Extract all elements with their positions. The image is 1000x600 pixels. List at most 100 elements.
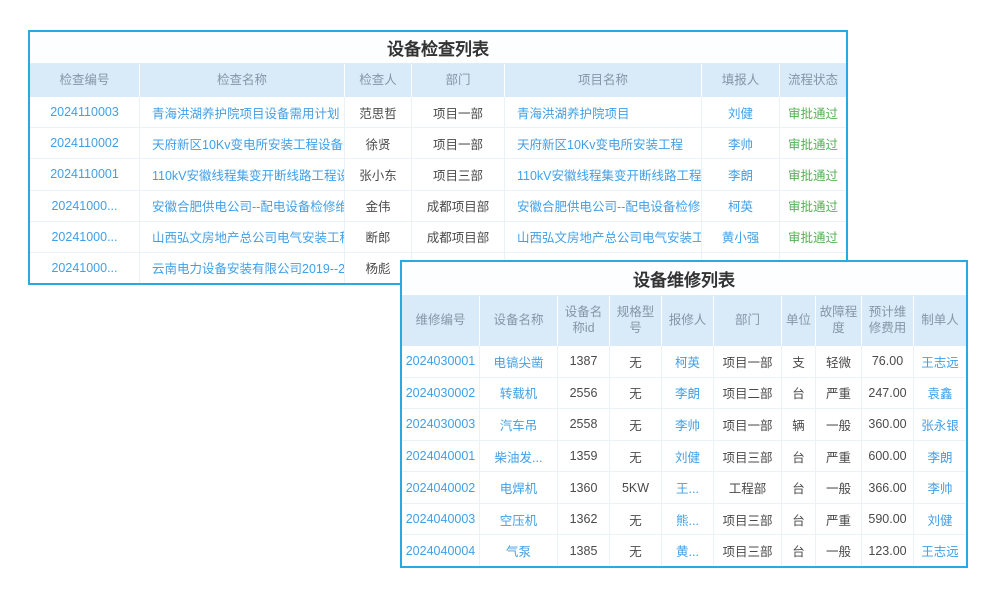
inspection-name-link[interactable]: 青海洪湖养护院项目设备需用计划 <box>140 97 345 127</box>
repair-reporter-link[interactable]: 王... <box>662 472 714 503</box>
inspection-name-link[interactable]: 云南电力设备安装有限公司2019--2020年... <box>140 253 345 283</box>
table-row: 2024110003青海洪湖养护院项目设备需用计划范思哲项目一部青海洪湖养护院项… <box>30 97 846 127</box>
table-row: 2024040004气泵1385无黄...项目三部台一般123.00王志远 <box>402 534 966 566</box>
inspection-code-link[interactable]: 20241000... <box>30 253 140 283</box>
repair-code-link[interactable]: 2024040001 <box>402 441 480 472</box>
inspection-inspector-cell: 金伟 <box>345 191 412 221</box>
repair-reporter-link[interactable]: 李朗 <box>662 378 714 409</box>
repair-code-link[interactable]: 2024040002 <box>402 472 480 503</box>
inspection-project-link[interactable]: 青海洪湖养护院项目 <box>505 97 702 127</box>
repair-cost-cell: 360.00 <box>862 409 914 440</box>
repair-code-link[interactable]: 2024030002 <box>402 378 480 409</box>
inspection-dept-cell: 项目三部 <box>412 159 505 189</box>
repair-code-link[interactable]: 2024030003 <box>402 409 480 440</box>
inspection-reporter-link[interactable]: 李朗 <box>702 159 780 189</box>
inspection-name-link[interactable]: 安徽合肥供电公司--配电设备检修维护和... <box>140 191 345 221</box>
table-row: 2024040003空压机1362无熊...项目三部台严重590.00刘健 <box>402 503 966 535</box>
repair-severity-cell: 一般 <box>816 472 862 503</box>
repair-model-cell: 无 <box>610 504 662 535</box>
repair-column-header-equip_id: 设备名称id <box>558 296 610 346</box>
inspection-code-link[interactable]: 20241000... <box>30 191 140 221</box>
inspection-reporter-link[interactable]: 黄小强 <box>702 222 780 252</box>
inspection-status-cell: 审批通过 <box>780 128 846 158</box>
inspection-reporter-link[interactable]: 柯英 <box>702 191 780 221</box>
repair-equipment-link[interactable]: 汽车吊 <box>480 409 558 440</box>
table-row: 2024030002转载机2556无李朗项目二部台严重247.00袁鑫 <box>402 377 966 409</box>
repair-unit-cell: 台 <box>782 472 816 503</box>
repair-creator-link[interactable]: 袁鑫 <box>914 378 966 409</box>
inspection-inspector-cell: 范思哲 <box>345 97 412 127</box>
repair-reporter-link[interactable]: 李帅 <box>662 409 714 440</box>
inspection-dept-cell: 项目一部 <box>412 128 505 158</box>
repair-code-link[interactable]: 2024030001 <box>402 346 480 377</box>
repair-severity-cell: 一般 <box>816 535 862 566</box>
inspection-project-link[interactable]: 安徽合肥供电公司--配电设备检修维护... <box>505 191 702 221</box>
inspection-dept-cell: 成都项目部 <box>412 191 505 221</box>
repair-equip_id-cell: 2558 <box>558 409 610 440</box>
repair-model-cell: 无 <box>610 378 662 409</box>
inspection-dept-cell: 项目一部 <box>412 97 505 127</box>
repair-unit-cell: 支 <box>782 346 816 377</box>
repair-equip_id-cell: 1385 <box>558 535 610 566</box>
repair-equipment-link[interactable]: 柴油发... <box>480 441 558 472</box>
repair-severity-cell: 严重 <box>816 378 862 409</box>
repair-table-body: 2024030001电镐尖凿1387无柯英项目一部支轻微76.00王志远2024… <box>402 346 966 566</box>
inspection-code-link[interactable]: 2024110003 <box>30 97 140 127</box>
inspection-name-link[interactable]: 110kV安徽线程集变开断线路工程设备需... <box>140 159 345 189</box>
inspection-code-link[interactable]: 2024110002 <box>30 128 140 158</box>
repair-creator-link[interactable]: 张永银 <box>914 409 966 440</box>
repair-dept-cell: 项目一部 <box>714 409 782 440</box>
repair-severity-cell: 严重 <box>816 441 862 472</box>
inspection-column-header-reporter: 填报人 <box>702 64 780 97</box>
inspection-code-link[interactable]: 20241000... <box>30 222 140 252</box>
inspection-project-link[interactable]: 110kV安徽线程集变开断线路工程 <box>505 159 702 189</box>
repair-unit-cell: 台 <box>782 504 816 535</box>
inspection-name-link[interactable]: 山西弘文房地产总公司电气安装工程设备... <box>140 222 345 252</box>
repair-creator-link[interactable]: 王志远 <box>914 535 966 566</box>
inspection-reporter-link[interactable]: 李帅 <box>702 128 780 158</box>
repair-reporter-link[interactable]: 柯英 <box>662 346 714 377</box>
inspection-name-link[interactable]: 天府新区10Kv变电所安装工程设备需用计划 <box>140 128 345 158</box>
repair-model-cell: 无 <box>610 346 662 377</box>
inspection-project-link[interactable]: 山西弘文房地产总公司电气安装工程 <box>505 222 702 252</box>
table-row: 2024110002天府新区10Kv变电所安装工程设备需用计划徐贤项目一部天府新… <box>30 127 846 158</box>
repair-dept-cell: 项目一部 <box>714 346 782 377</box>
repair-column-header-severity: 故障程度 <box>816 296 862 346</box>
repair-reporter-link[interactable]: 刘健 <box>662 441 714 472</box>
repair-creator-link[interactable]: 李帅 <box>914 472 966 503</box>
repair-dept-cell: 项目三部 <box>714 504 782 535</box>
repair-column-header-model: 规格型号 <box>610 296 662 346</box>
repair-equipment-link[interactable]: 电焊机 <box>480 472 558 503</box>
repair-equipment-link[interactable]: 气泵 <box>480 535 558 566</box>
repair-equipment-link[interactable]: 转载机 <box>480 378 558 409</box>
inspection-reporter-link[interactable]: 刘健 <box>702 97 780 127</box>
repair-cost-cell: 76.00 <box>862 346 914 377</box>
repair-reporter-link[interactable]: 熊... <box>662 504 714 535</box>
repair-cost-cell: 590.00 <box>862 504 914 535</box>
repair-table-title: 设备维修列表 <box>402 262 966 296</box>
repair-equipment-link[interactable]: 电镐尖凿 <box>480 346 558 377</box>
inspection-code-link[interactable]: 2024110001 <box>30 159 140 189</box>
repair-model-cell: 无 <box>610 441 662 472</box>
repair-model-cell: 5KW <box>610 472 662 503</box>
inspection-status-cell: 审批通过 <box>780 159 846 189</box>
inspection-project-link[interactable]: 天府新区10Kv变电所安装工程 <box>505 128 702 158</box>
repair-column-header-equipment: 设备名称 <box>480 296 558 346</box>
repair-equipment-link[interactable]: 空压机 <box>480 504 558 535</box>
repair-cost-cell: 247.00 <box>862 378 914 409</box>
repair-column-header-creator: 制单人 <box>914 296 966 346</box>
table-row: 2024030001电镐尖凿1387无柯英项目一部支轻微76.00王志远 <box>402 346 966 377</box>
inspection-status-cell: 审批通过 <box>780 222 846 252</box>
repair-equip_id-cell: 2556 <box>558 378 610 409</box>
repair-creator-link[interactable]: 王志远 <box>914 346 966 377</box>
repair-dept-cell: 工程部 <box>714 472 782 503</box>
repair-code-link[interactable]: 2024040004 <box>402 535 480 566</box>
repair-reporter-link[interactable]: 黄... <box>662 535 714 566</box>
repair-code-link[interactable]: 2024040003 <box>402 504 480 535</box>
repair-column-header-dept: 部门 <box>714 296 782 346</box>
inspection-table-title: 设备检查列表 <box>30 32 846 64</box>
table-row: 20241000...安徽合肥供电公司--配电设备检修维护和...金伟成都项目部… <box>30 190 846 221</box>
repair-creator-link[interactable]: 刘健 <box>914 504 966 535</box>
inspection-inspector-cell: 徐贤 <box>345 128 412 158</box>
repair-creator-link[interactable]: 李朗 <box>914 441 966 472</box>
